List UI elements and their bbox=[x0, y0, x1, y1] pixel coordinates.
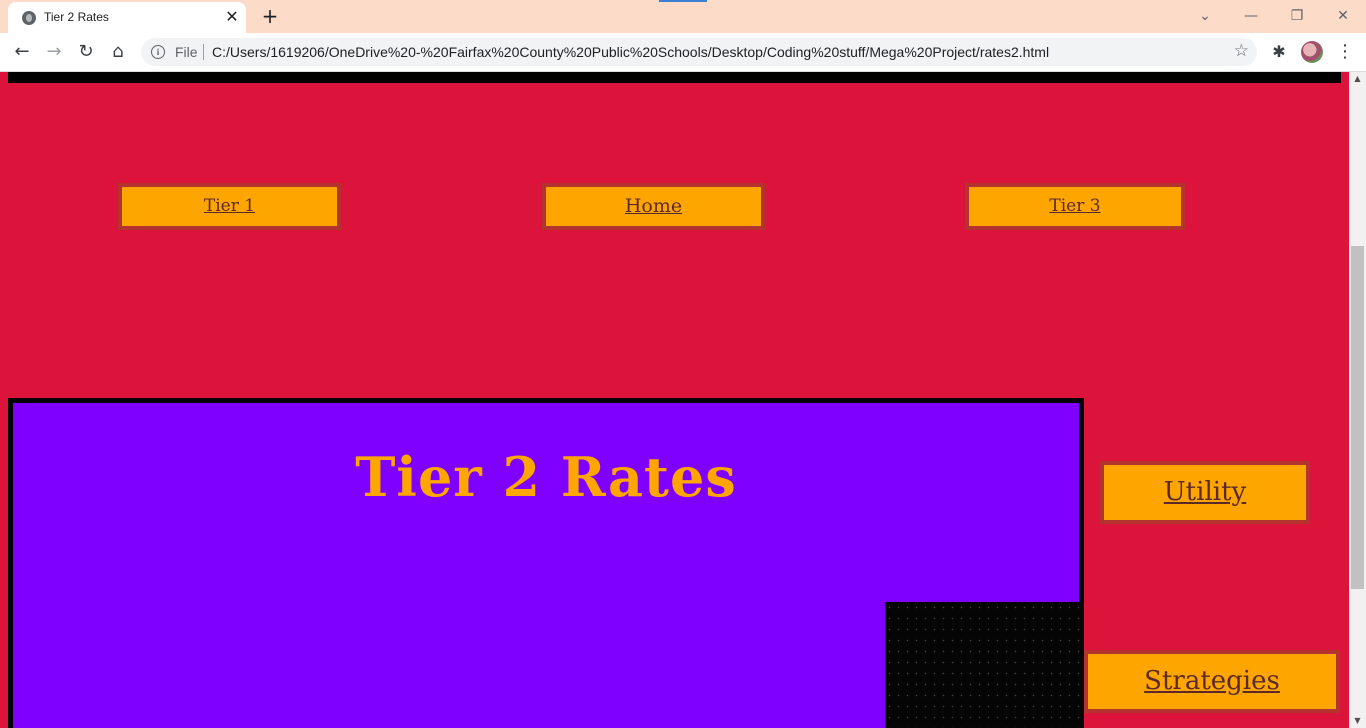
tab-title: Tier 2 Rates bbox=[44, 10, 109, 24]
scroll-up-arrow[interactable]: ▲ bbox=[1349, 72, 1366, 86]
dark-image bbox=[885, 602, 1084, 728]
extensions-icon[interactable]: ✱ bbox=[1268, 41, 1290, 63]
minimize-button[interactable]: — bbox=[1236, 3, 1266, 29]
tab-strip-indicator bbox=[659, 0, 707, 2]
page-title: Tier 2 Rates bbox=[355, 445, 737, 509]
tier3-link[interactable]: Tier 3 bbox=[965, 183, 1185, 230]
tab-search-icon[interactable]: ⌄ bbox=[1190, 3, 1220, 29]
browser-toolbar: ← → ↻ ⌂ i File C:/Users/1619206/OneDrive… bbox=[0, 33, 1366, 72]
browser-tab[interactable]: Tier 2 Rates ✕ bbox=[8, 2, 246, 33]
header-bar bbox=[8, 72, 1341, 83]
bookmark-star-icon[interactable]: ☆ bbox=[1234, 41, 1249, 61]
close-tab-icon[interactable]: ✕ bbox=[222, 7, 242, 27]
address-bar[interactable]: i File C:/Users/1619206/OneDrive%20-%20F… bbox=[141, 38, 1257, 66]
page-viewport: Tier 1 Home Tier 3 Tier 2 Rates Utility … bbox=[0, 72, 1349, 728]
profile-avatar[interactable] bbox=[1301, 41, 1323, 63]
scroll-down-arrow[interactable]: ▼ bbox=[1349, 714, 1366, 728]
tier1-link[interactable]: Tier 1 bbox=[118, 183, 341, 230]
url-text[interactable]: C:/Users/1619206/OneDrive%20-%20Fairfax%… bbox=[212, 44, 1049, 60]
omnibox-divider bbox=[203, 44, 204, 60]
info-icon[interactable]: i bbox=[151, 45, 165, 59]
home-button[interactable]: ⌂ bbox=[105, 39, 131, 65]
back-button[interactable]: ← bbox=[9, 39, 35, 65]
close-window-button[interactable]: ✕ bbox=[1328, 3, 1358, 29]
strategies-link[interactable]: Strategies bbox=[1084, 650, 1340, 713]
reload-button[interactable]: ↻ bbox=[73, 39, 99, 65]
home-link[interactable]: Home bbox=[542, 183, 765, 230]
utility-link[interactable]: Utility bbox=[1100, 461, 1310, 524]
tab-strip: Tier 2 Rates ✕ + ⌄ — ❐ ✕ bbox=[0, 0, 1366, 33]
scroll-thumb[interactable] bbox=[1351, 246, 1364, 589]
forward-button[interactable]: → bbox=[41, 39, 67, 65]
browser-menu-icon[interactable]: ⋮ bbox=[1334, 39, 1356, 65]
scheme-label: File bbox=[175, 44, 198, 60]
new-tab-button[interactable]: + bbox=[258, 5, 282, 29]
restore-button[interactable]: ❐ bbox=[1282, 3, 1312, 29]
globe-icon bbox=[22, 11, 36, 25]
page-scrollbar[interactable]: ▲ ▼ bbox=[1349, 72, 1366, 728]
